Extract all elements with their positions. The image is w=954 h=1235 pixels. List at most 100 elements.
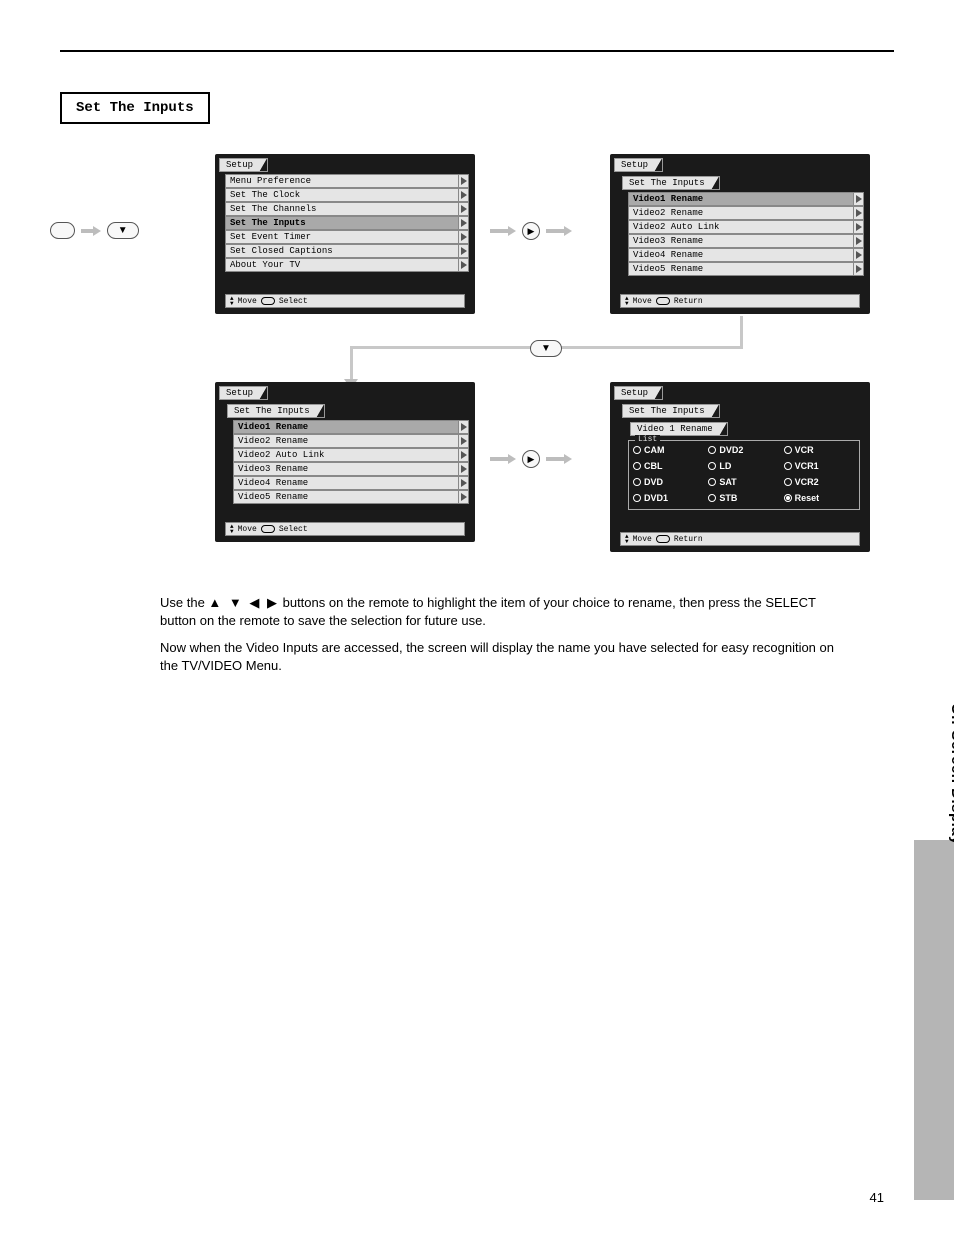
menu-item[interactable]: Set The Inputs [225,216,459,230]
menu-row: Set Closed Captions [225,244,469,258]
hint-action: Select [279,525,308,534]
rename-option-label: DVD1 [644,493,668,503]
rename-option[interactable]: VCR2 [784,477,855,487]
arrow-right-icon [490,226,516,236]
hint-move: Move [633,535,652,544]
rename-option[interactable]: Reset [784,493,855,503]
section-heading: Set The Inputs [60,92,210,124]
rename-option[interactable]: VCR [784,445,855,455]
radio-icon [784,494,792,502]
rename-list-box: List CAMDVD2VCRCBLLDVCR1DVDSATVCR2DVD1ST… [628,440,860,510]
menu-item[interactable]: Menu Preference [225,174,459,188]
radio-icon [633,446,641,454]
list-legend: List [635,435,660,444]
tab-setup: Setup [614,158,663,172]
hint-action: Select [279,297,308,306]
menu-item[interactable]: Video2 Auto Link [233,448,459,462]
radio-icon [633,494,641,502]
hint-bar: ▲▼ Move Return [620,294,860,308]
menu-item[interactable]: Video2 Rename [628,206,854,220]
chevron-right-icon [459,490,469,504]
menu-item[interactable]: Video5 Rename [233,490,459,504]
hint-oval-icon [656,297,670,305]
arrow-right-icon [490,454,516,464]
hint-oval-icon [656,535,670,543]
rename-option[interactable]: SAT [708,477,779,487]
arrow-glyphs: ▲ ▼ ◀ ▶ [208,595,279,610]
rename-option-label: CAM [644,445,665,455]
radio-icon [633,478,641,486]
side-tab: On-Screen Display [914,840,954,1200]
menu-row: Video5 Rename [628,262,864,276]
radio-icon [784,446,792,454]
rename-option-label: CBL [644,461,663,471]
chevron-right-icon [459,244,469,258]
menu-item[interactable]: Video1 Rename [628,192,854,206]
chevron-right-icon [854,220,864,234]
screen-set-inputs: Setup Set The Inputs Video1 RenameVideo2… [610,154,870,314]
chevron-right-icon [854,206,864,220]
tab-setup: Setup [219,158,268,172]
rename-option-label: VCR1 [795,461,819,471]
menu-row: Video5 Rename [233,490,469,504]
menu-item[interactable]: Video4 Rename [233,476,459,490]
chevron-right-icon [459,216,469,230]
flow-diagram: ▼ Setup Menu PreferenceSet The ClockSet … [60,154,894,574]
rename-option[interactable]: VCR1 [784,461,855,471]
flow-arrow-2: ▶ [490,450,572,468]
tab-setup: Setup [219,386,268,400]
radio-icon [708,462,716,470]
menu-row: Set Event Timer [225,230,469,244]
screen-rename-list: Setup Set The Inputs Video 1 Rename List… [610,382,870,552]
chevron-right-icon [854,234,864,248]
rename-option[interactable]: LD [708,461,779,471]
radio-icon [633,462,641,470]
menu-row: Video3 Rename [233,462,469,476]
menu-item[interactable]: Set The Channels [225,202,459,216]
menu-row: Video1 Rename [628,192,864,206]
menu-item[interactable]: Video3 Rename [233,462,459,476]
menu-item[interactable]: About Your TV [225,258,459,272]
menu-row: Video3 Rename [628,234,864,248]
instruction-paragraph-2: Now when the Video Inputs are accessed, … [160,639,834,674]
chevron-right-icon [459,476,469,490]
remote-right-button: ▶ [522,222,540,240]
menu-item[interactable]: Video5 Rename [628,262,854,276]
radio-icon [708,494,716,502]
menu-item[interactable]: Video2 Auto Link [628,220,854,234]
menu-item[interactable]: Video1 Rename [233,420,459,434]
rename-option[interactable]: DVD1 [633,493,704,503]
hint-oval-icon [261,525,275,533]
menu-item[interactable]: Set The Clock [225,188,459,202]
menu-item[interactable]: Video2 Rename [233,434,459,448]
rename-option-label: Reset [795,493,820,503]
screen-setup-main: Setup Menu PreferenceSet The ClockSet Th… [215,154,475,314]
menu-item[interactable]: Video4 Rename [628,248,854,262]
menu-row: Video2 Rename [628,206,864,220]
chevron-right-icon [854,192,864,206]
chevron-right-icon [459,202,469,216]
rename-option[interactable]: DVD [633,477,704,487]
rename-option-label: DVD [644,477,663,487]
radio-icon [784,462,792,470]
page-number: 41 [870,1190,884,1205]
chevron-right-icon [459,188,469,202]
rename-option[interactable]: DVD2 [708,445,779,455]
rename-option-label: VCR [795,445,814,455]
chevron-right-icon [854,248,864,262]
remote-right-button: ▶ [522,450,540,468]
rename-option[interactable]: STB [708,493,779,503]
remote-down-mid: ▼ [530,338,562,357]
menu-item[interactable]: Set Event Timer [225,230,459,244]
chevron-right-icon [854,262,864,276]
menu-item[interactable]: Video3 Rename [628,234,854,248]
instruction-paragraph-1: Use the ▲ ▼ ◀ ▶ buttons on the remote to… [160,594,834,629]
tab-set-inputs: Set The Inputs [622,176,720,190]
arrow-right-icon [81,226,101,236]
menu-item[interactable]: Set Closed Captions [225,244,459,258]
rename-option[interactable]: CBL [633,461,704,471]
rename-option-label: STB [719,493,737,503]
menu-row: Video4 Rename [628,248,864,262]
chevron-right-icon [459,434,469,448]
rename-option[interactable]: CAM [633,445,704,455]
